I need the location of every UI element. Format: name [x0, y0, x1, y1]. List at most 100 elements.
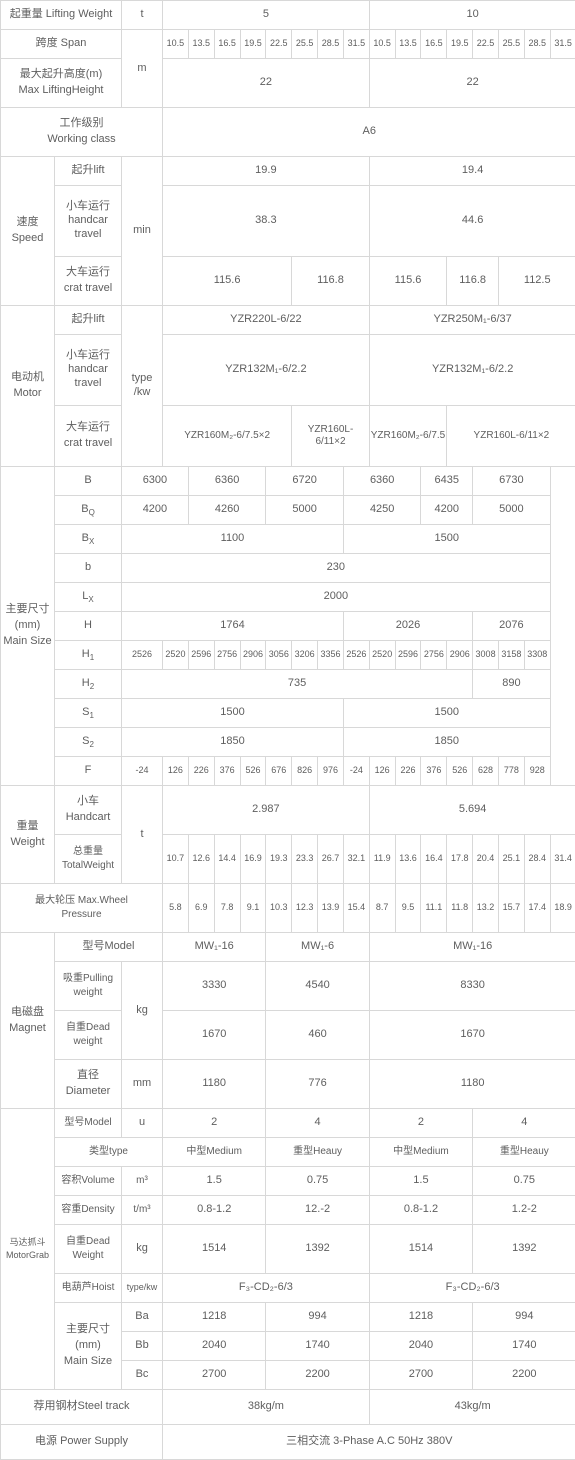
grab-size-label: 主要尺寸 (mm) Main Size — [55, 1303, 122, 1390]
weight-total-value-12: 20.4 — [473, 835, 499, 884]
size-h2-label-sub: 2 — [90, 682, 94, 691]
magnet-model-value-0: MW₁-16 — [163, 933, 266, 962]
motor-handcar-label: 小车运行 handcar travel — [55, 335, 122, 406]
weight-group-label: 重量 Weight — [1, 786, 55, 884]
table-row-size-f: F -24 126 226 376 526 676 826 976 -24 12… — [1, 757, 575, 786]
table-row-grab-model: 马达抓斗 MotorGrab 型号Model u 2 4 2 4 — [1, 1109, 575, 1138]
weight-group-label-en: Weight — [2, 835, 53, 851]
size-s2-label: S2 — [55, 728, 122, 757]
motor-handcar-value-1: YZR132M₁-6/2.2 — [369, 335, 575, 406]
span-value-2: 16.5 — [214, 30, 240, 59]
size-h1-value-1: 2520 — [163, 641, 189, 670]
wheel-pressure-value-14: 17.4 — [524, 884, 550, 933]
magnet-diameter-label-en: Diameter — [56, 1084, 120, 1100]
span-label: 跨度 Span — [1, 30, 122, 59]
wheel-pressure-value-3: 9.1 — [240, 884, 266, 933]
weight-total-value-14: 28.4 — [524, 835, 550, 884]
size-h1-value-15: 3308 — [524, 641, 550, 670]
grab-density-value-3: 1.2-2 — [473, 1196, 575, 1225]
grab-model-value-3: 4 — [473, 1109, 575, 1138]
size-b-value-2: 6720 — [266, 467, 344, 496]
grab-ba-value-1: 994 — [266, 1303, 369, 1332]
size-b-small-value: 230 — [122, 554, 551, 583]
table-row-size-bq: BQ 4200 4260 5000 4250 4200 5000 — [1, 496, 575, 525]
size-bq-value-3: 4250 — [343, 496, 421, 525]
main-size-group-label: 主要尺寸 (mm) Main Size — [1, 467, 55, 786]
speed-crat-value-4: 112.5 — [498, 257, 575, 306]
grab-ba-value-3: 994 — [473, 1303, 575, 1332]
weight-total-value-6: 26.7 — [318, 835, 344, 884]
max-lifting-height-label-cn: 最大起升高度(m) — [2, 67, 120, 83]
size-f-value-15: 928 — [524, 757, 550, 786]
speed-lift-label: 起升lift — [55, 157, 122, 186]
speed-handcar-label: 小车运行 handcar travel — [55, 186, 122, 257]
motor-group-label-cn: 电动机 — [2, 370, 53, 386]
size-b-value-0: 6300 — [122, 467, 189, 496]
working-class-label: 工作级别 Working class — [1, 108, 163, 157]
motor-crat-value-1: YZR160L-6/11×2 — [292, 406, 370, 467]
weight-unit: t — [122, 786, 163, 884]
size-f-value-6: 826 — [292, 757, 318, 786]
speed-crat-label-cn: 大车运行 — [56, 265, 120, 281]
size-s2-value-0: 1850 — [122, 728, 344, 757]
table-row-grab-dead: 自重Dead Weight kg 1514 1392 1514 1392 — [1, 1225, 575, 1274]
motor-lift-label: 起升lift — [55, 306, 122, 335]
magnet-pulling-label-cn: 吸重Pulling — [56, 972, 120, 987]
working-class-label-cn: 工作级别 — [2, 116, 161, 132]
span-value-14: 28.5 — [524, 30, 550, 59]
magnet-dead-value-1: 460 — [266, 1011, 369, 1060]
weight-total-value-7: 32.1 — [343, 835, 369, 884]
size-bq-value-2: 5000 — [266, 496, 344, 525]
table-row-weight-total: 总重量 TotalWeight 10.7 12.6 14.4 16.9 19.3… — [1, 835, 575, 884]
motor-crat-label: 大车运行 crat travel — [55, 406, 122, 467]
wheel-pressure-value-7: 15.4 — [343, 884, 369, 933]
size-b-value-1: 6360 — [188, 467, 266, 496]
span-value-13: 25.5 — [498, 30, 524, 59]
size-b-value-4: 6435 — [421, 467, 473, 496]
size-bq-label-base: B — [81, 503, 88, 515]
grab-hoist-value-0: F₃-CD₂-6/3 — [163, 1274, 370, 1303]
wheel-pressure-label-line1: 最大轮压 Max.Wheel — [2, 894, 161, 909]
speed-handcar-value-0: 38.3 — [163, 186, 370, 257]
lifting-weight-value-0: 5 — [163, 1, 370, 30]
magnet-unit-mm: mm — [122, 1060, 163, 1109]
table-row-speed-lift: 速度 Speed 起升lift min 19.9 19.4 — [1, 157, 575, 186]
grab-density-value-2: 0.8-1.2 — [369, 1196, 472, 1225]
weight-total-value-1: 12.6 — [188, 835, 214, 884]
magnet-diameter-value-1: 776 — [266, 1060, 369, 1109]
size-b-small-label: b — [55, 554, 122, 583]
magnet-pulling-label: 吸重Pulling weight — [55, 962, 122, 1011]
magnet-dead-label-cn: 自重Dead — [56, 1021, 120, 1036]
wheel-pressure-value-2: 7.8 — [214, 884, 240, 933]
span-value-4: 22.5 — [266, 30, 292, 59]
size-f-value-0: -24 — [122, 757, 163, 786]
grab-model-value-0: 2 — [163, 1109, 266, 1138]
size-bx-value-1: 1500 — [343, 525, 550, 554]
size-h1-value-10: 2596 — [395, 641, 421, 670]
size-h1-value-14: 3158 — [498, 641, 524, 670]
speed-lift-value-1: 19.4 — [369, 157, 575, 186]
speed-unit: min — [122, 157, 163, 306]
speed-crat-value-0: 115.6 — [163, 257, 292, 306]
size-f-value-2: 226 — [188, 757, 214, 786]
grab-volume-value-3: 0.75 — [473, 1167, 575, 1196]
size-h-label: H — [55, 612, 122, 641]
motor-crat-label-cn: 大车运行 — [56, 420, 120, 436]
size-s2-value-1: 1850 — [343, 728, 550, 757]
wheel-pressure-value-10: 11.1 — [421, 884, 447, 933]
table-row-grab-type: 类型type 中型Medium 重型Heauy 中型Medium 重型Heauy — [1, 1138, 575, 1167]
grab-group-label-en: MotorGrab — [2, 1249, 53, 1262]
motor-handcar-label-en2: travel — [56, 377, 120, 391]
steel-track-value-1: 43kg/m — [369, 1390, 575, 1425]
magnet-diameter-label: 直径 Diameter — [55, 1060, 122, 1109]
grab-volume-value-2: 1.5 — [369, 1167, 472, 1196]
size-f-value-3: 376 — [214, 757, 240, 786]
grab-bc-value-2: 2700 — [369, 1361, 472, 1390]
grab-ba-value-2: 1218 — [369, 1303, 472, 1332]
size-h1-value-6: 3206 — [292, 641, 318, 670]
magnet-model-value-1: MW₁-6 — [266, 933, 369, 962]
table-row-magnet-dead: 自重Dead weight 1670 460 1670 — [1, 1011, 575, 1060]
wheel-pressure-value-5: 12.3 — [292, 884, 318, 933]
size-f-value-13: 628 — [473, 757, 499, 786]
grab-model-value-2: 2 — [369, 1109, 472, 1138]
